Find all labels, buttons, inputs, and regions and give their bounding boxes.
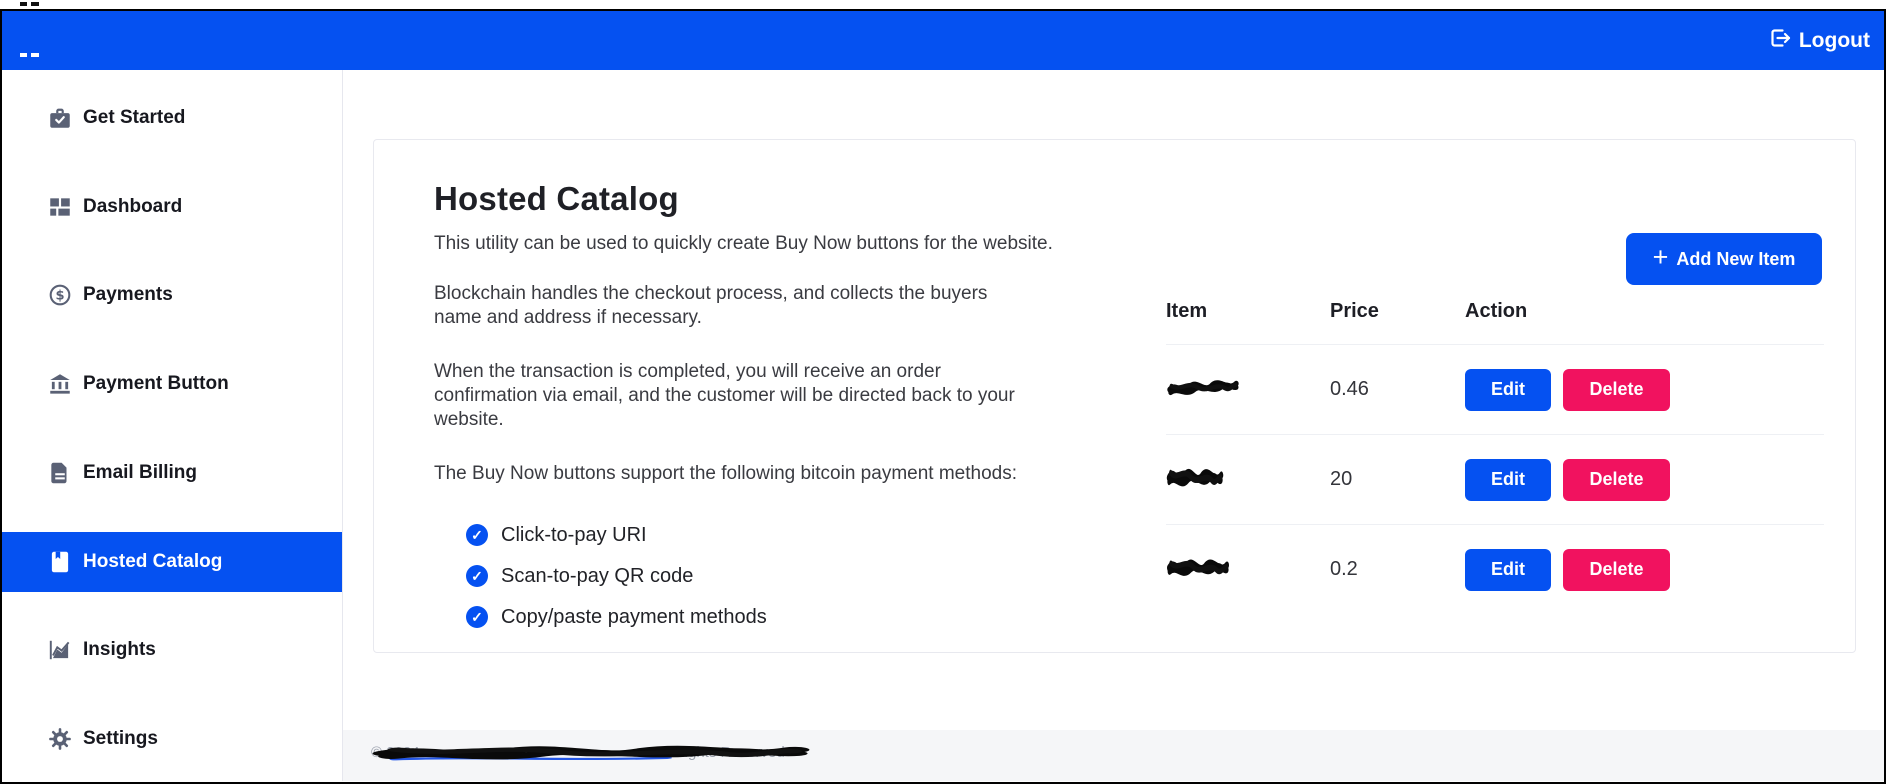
- edit-button[interactable]: Edit: [1465, 549, 1551, 591]
- table-row: 20Edit Delete: [1166, 434, 1824, 524]
- plus-icon: +: [1653, 244, 1669, 271]
- top-navbar: Logout: [2, 11, 1884, 70]
- delete-button[interactable]: Delete: [1563, 549, 1670, 591]
- row-actions: Edit Delete: [1465, 459, 1824, 501]
- payment-method-label: Click-to-pay URI: [501, 524, 647, 547]
- redacted-footer-scribble: [365, 741, 817, 763]
- delete-button[interactable]: Delete: [1563, 459, 1670, 501]
- item-price: 20: [1330, 468, 1465, 491]
- document-icon: [46, 459, 73, 486]
- dollar-circle-icon: $: [46, 282, 73, 309]
- row-actions: Edit Delete: [1465, 369, 1824, 411]
- check-circle-icon: ✓: [466, 565, 488, 587]
- sidebar-item-settings[interactable]: Settings: [2, 709, 342, 769]
- catalog-items-table: Item Price Action 0.46EditDelete20EditDe…: [1166, 300, 1824, 614]
- sidebar-item-label: Settings: [83, 728, 158, 750]
- browser-edge-strip: [0, 0, 1886, 9]
- briefcase-check-icon: [46, 105, 73, 132]
- redacted-item-name: [1166, 462, 1330, 497]
- gear-icon: [46, 725, 73, 752]
- redacted-item-name: [1166, 553, 1330, 586]
- page-footer: © 2024 All Rights Reserved: [343, 730, 1884, 781]
- redacted-item-name: [1166, 376, 1330, 403]
- payment-method-label: Scan-to-pay QR code: [501, 565, 693, 588]
- table-row: 0.46Edit Delete: [1166, 344, 1824, 434]
- svg-text:$: $: [55, 289, 64, 304]
- column-header-item: Item: [1166, 300, 1330, 323]
- catalog-intro-column: Hosted Catalog This utility can be used …: [434, 180, 1134, 645]
- logout-label: Logout: [1799, 29, 1870, 53]
- payment-method-item: ✓ Copy/paste payment methods: [466, 604, 1134, 630]
- payment-method-label: Copy/paste payment methods: [501, 606, 767, 629]
- sidebar-item-hosted-catalog[interactable]: Hosted Catalog: [2, 532, 342, 592]
- sidebar-item-payment-button[interactable]: Payment Button: [2, 354, 342, 414]
- sidebar-item-label: Get Started: [83, 107, 185, 129]
- intro-paragraph: This utility can be used to quickly crea…: [434, 232, 1134, 256]
- intro-paragraph: When the transaction is completed, you w…: [434, 360, 1019, 432]
- redacted-logo-remnant: [31, 53, 39, 57]
- item-price: 0.2: [1330, 558, 1465, 581]
- add-new-item-button[interactable]: + Add New Item: [1626, 233, 1822, 285]
- page-title: Hosted Catalog: [434, 180, 1134, 218]
- sidebar-item-insights[interactable]: Insights: [2, 620, 342, 680]
- delete-button[interactable]: Delete: [1563, 369, 1670, 411]
- table-header-row: Item Price Action: [1166, 300, 1824, 344]
- redacted-logo-remnant: [20, 2, 27, 6]
- edit-button[interactable]: Edit: [1465, 369, 1551, 411]
- redacted-logo-remnant: [20, 53, 27, 57]
- sidebar-nav: Get Started Dashboard $ Payments Payment But…: [2, 70, 343, 781]
- item-price: 0.46: [1330, 378, 1465, 401]
- payment-methods-list: ✓ Click-to-pay URI ✓ Scan-to-pay QR code ✓ Co…: [466, 522, 1134, 630]
- row-actions: Edit Delete: [1465, 549, 1824, 591]
- logout-icon: [1768, 26, 1792, 56]
- sidebar-item-payments[interactable]: $ Payments: [2, 265, 342, 325]
- dashboard-grid-icon: [46, 193, 73, 220]
- sidebar-item-label: Hosted Catalog: [83, 551, 222, 573]
- bank-icon: [46, 371, 73, 398]
- edit-button[interactable]: Edit: [1465, 459, 1551, 501]
- intro-paragraph: The Buy Now buttons support the followin…: [434, 462, 1134, 486]
- logout-button[interactable]: Logout: [1768, 11, 1870, 70]
- sidebar-item-get-started[interactable]: Get Started: [2, 88, 342, 148]
- column-header-action: Action: [1465, 300, 1824, 323]
- sidebar-item-label: Payments: [83, 284, 173, 306]
- table-row: 0.2Edit Delete: [1166, 524, 1824, 614]
- chart-icon: [46, 637, 73, 664]
- sidebar-item-dashboard[interactable]: Dashboard: [2, 177, 342, 237]
- check-circle-icon: ✓: [466, 524, 488, 546]
- redacted-logo-remnant: [31, 2, 39, 6]
- sidebar-item-label: Insights: [83, 639, 156, 661]
- hosted-catalog-card: Hosted Catalog This utility can be used …: [373, 139, 1856, 653]
- sidebar-item-label: Email Billing: [83, 462, 197, 484]
- sidebar-item-label: Payment Button: [83, 373, 229, 395]
- check-circle-icon: ✓: [466, 606, 488, 628]
- sidebar-item-label: Dashboard: [83, 196, 182, 218]
- book-icon: [46, 548, 73, 575]
- sidebar-item-email-billing[interactable]: Email Billing: [2, 443, 342, 503]
- column-header-price: Price: [1330, 300, 1465, 323]
- payment-method-item: ✓ Scan-to-pay QR code: [466, 563, 1134, 589]
- add-new-item-label: Add New Item: [1676, 249, 1795, 270]
- intro-paragraph: Blockchain handles the checkout process,…: [434, 282, 1024, 330]
- payment-method-item: ✓ Click-to-pay URI: [466, 522, 1134, 548]
